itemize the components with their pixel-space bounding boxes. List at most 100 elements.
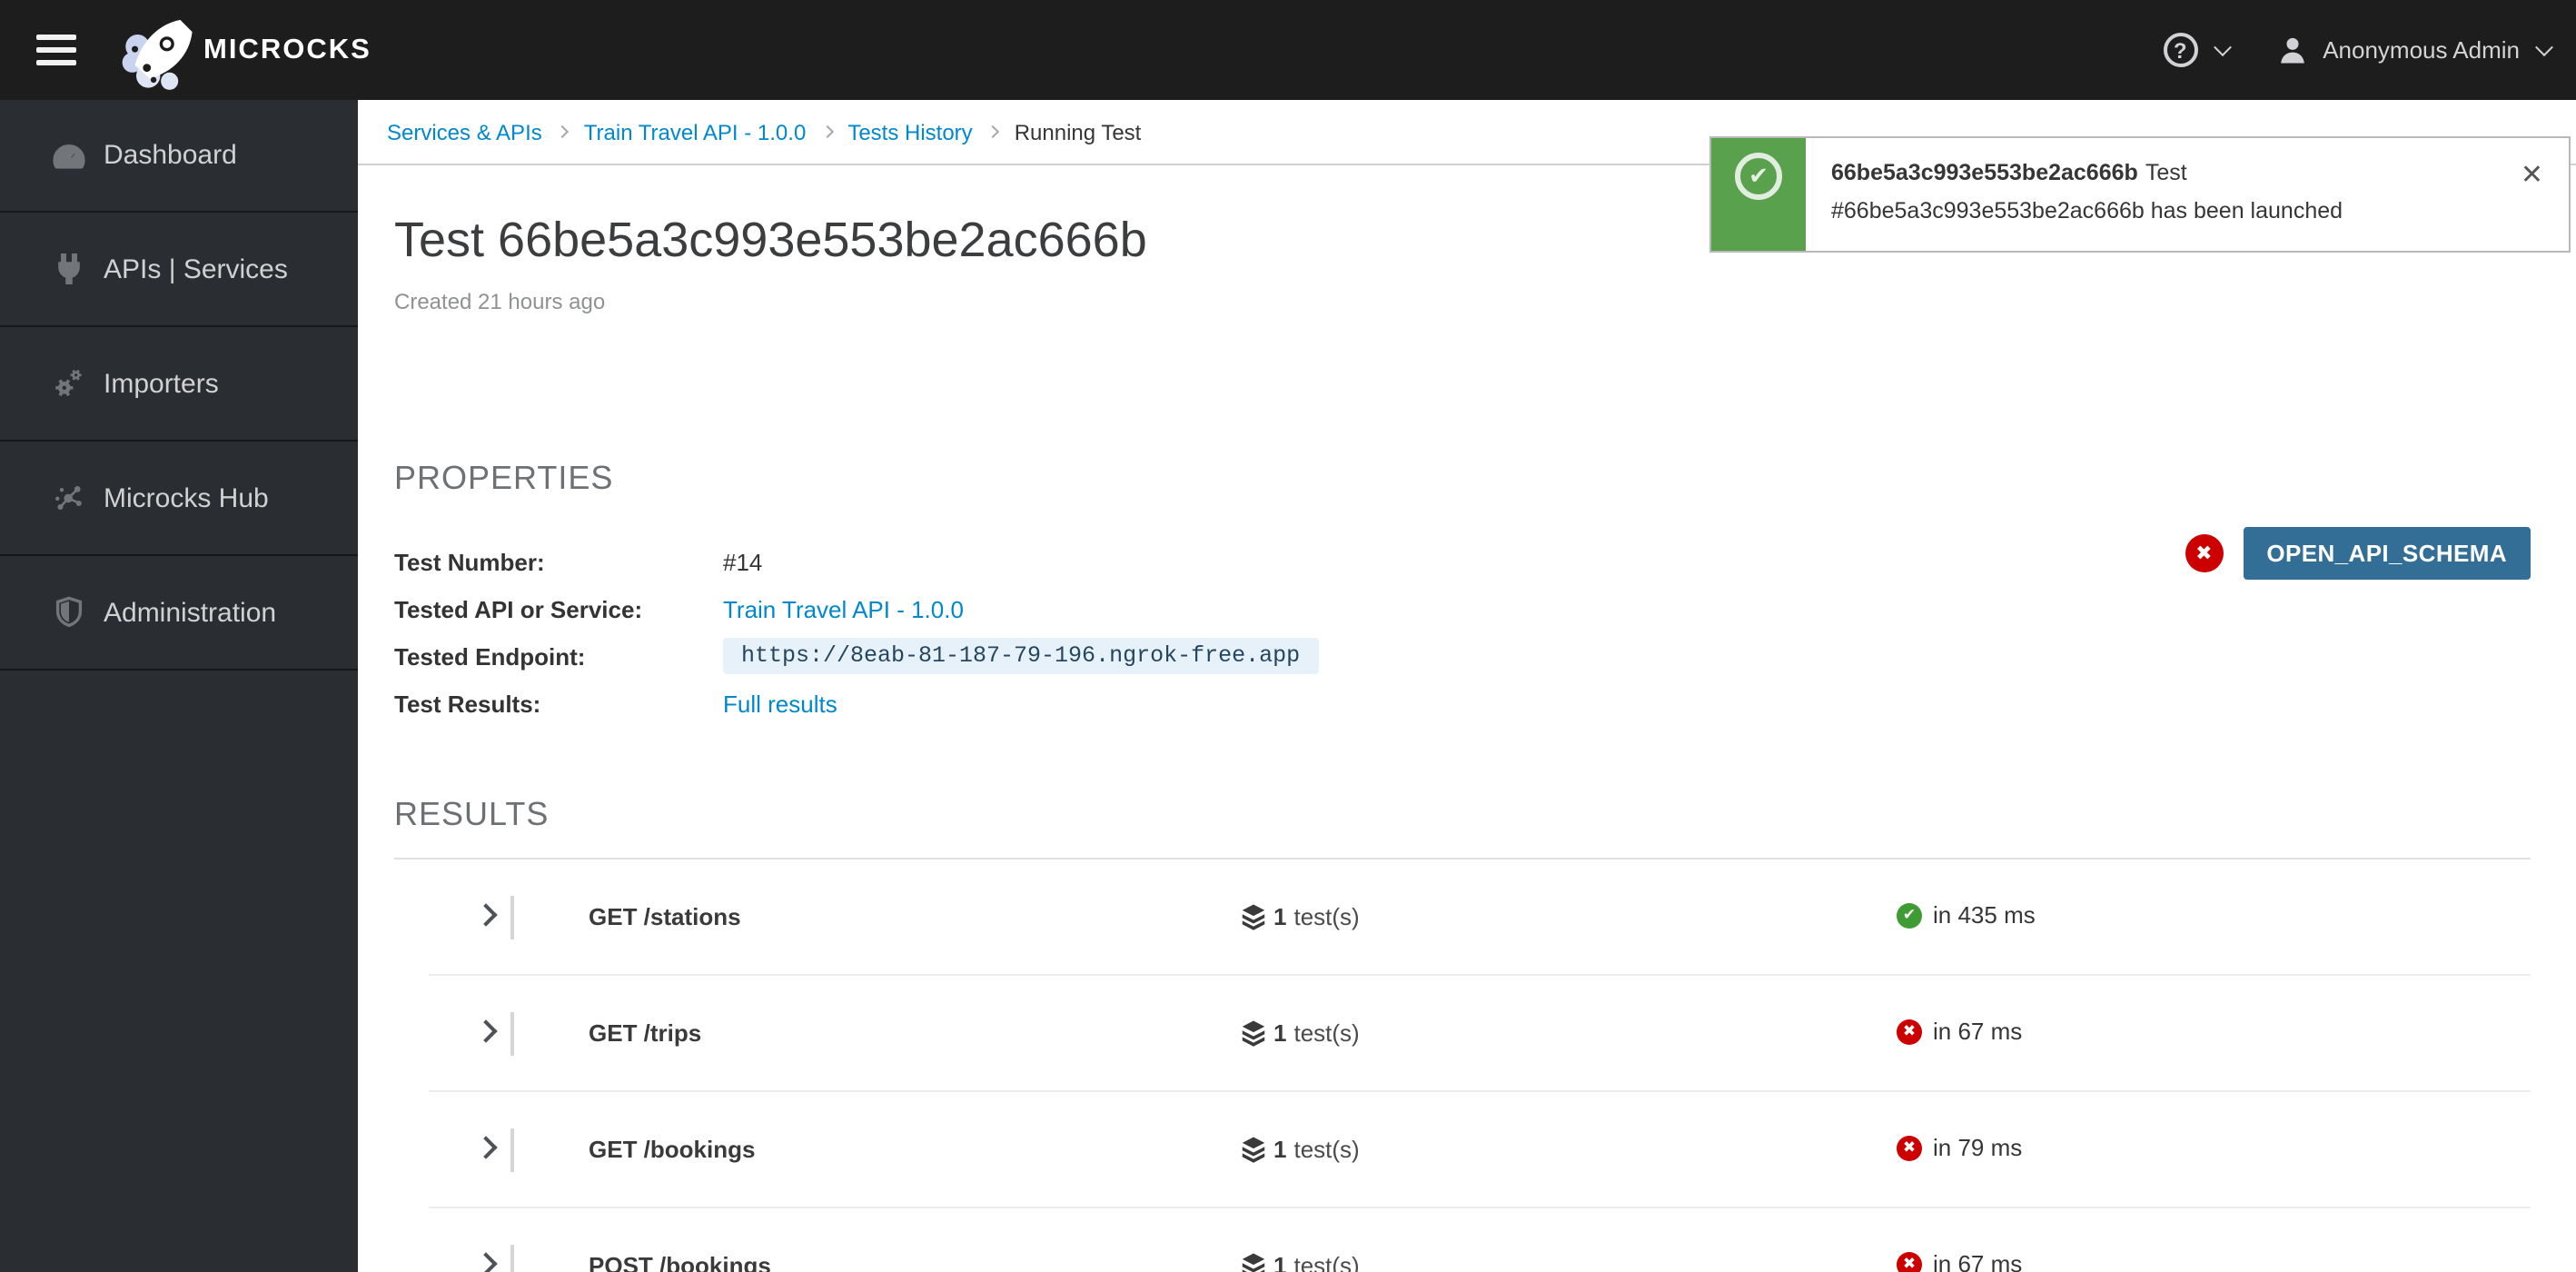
status-cell: in 79 ms xyxy=(1897,1134,2022,1161)
status-cell: in 67 ms xyxy=(1897,1018,2022,1045)
help-icon[interactable] xyxy=(2163,33,2198,67)
full-results-link[interactable]: Full results xyxy=(723,690,837,717)
test-result-row: GET /stations 1 test(s) in 435 ms xyxy=(429,860,2531,976)
elapsed-time: in 435 ms xyxy=(1933,901,2036,929)
top-navbar: MICROCKS Anonymous Admin xyxy=(0,0,2576,100)
bundle-icon xyxy=(1241,1252,1266,1272)
expand-chevron-icon[interactable] xyxy=(474,903,498,927)
error-circle-icon xyxy=(2185,534,2224,572)
tests-count-cell: 1 test(s) xyxy=(1241,1136,1360,1163)
property-label: Test Results: xyxy=(394,690,541,717)
tests-count-cell: 1 test(s) xyxy=(1241,903,1360,930)
breadcrumb-link-services-apis[interactable]: Services & APIs xyxy=(387,119,542,144)
bundle-icon xyxy=(1241,1136,1266,1163)
navbar-right: Anonymous Admin xyxy=(2163,33,2553,67)
sidebar-item-label: APIs | Services xyxy=(104,253,288,284)
operation-name: POST /bookings xyxy=(589,1252,771,1272)
property-row: Tested API or Service: Train Travel API … xyxy=(394,585,2531,632)
sidebar-item-apis-services[interactable]: APIs | Services xyxy=(0,213,358,327)
user-icon xyxy=(2280,36,2304,63)
sidebar-item-label: Importers xyxy=(104,368,219,399)
toast-body: 66be5a3c993e553be2ac666b Test #66be5a3c99… xyxy=(1806,138,2569,251)
runner-type-badge[interactable]: OPEN_API_SCHEMA xyxy=(2243,527,2531,580)
chevron-right-icon xyxy=(986,124,1000,139)
sidebar-item-importers[interactable]: Importers xyxy=(0,327,358,442)
status-cell: in 67 ms xyxy=(1897,1250,2022,1272)
main-content: Services & APIs Train Travel API - 1.0.0… xyxy=(358,100,2576,1272)
toast-message: #66be5a3c993e553be2ac666b has been launc… xyxy=(1831,198,2343,224)
shield-icon xyxy=(53,596,85,629)
status-cell: in 435 ms xyxy=(1897,901,2036,929)
microcks-logo-icon xyxy=(122,18,193,89)
tests-count-cell: 1 test(s) xyxy=(1241,1019,1360,1047)
created-timestamp: Created 21 hours ago xyxy=(394,289,606,314)
app-root: MICROCKS Anonymous Admin Dashboard xyxy=(0,0,2576,1272)
brand[interactable]: MICROCKS xyxy=(116,5,372,95)
sidebar-nav: Dashboard APIs | Services Importers Micr… xyxy=(0,100,358,1272)
toast-success-strip xyxy=(1711,138,1806,251)
test-result-row: GET /bookings 1 test(s) in 79 ms xyxy=(429,1092,2531,1208)
breadcrumb-link-tests-history[interactable]: Tests History xyxy=(847,119,972,144)
status-icon xyxy=(1897,1251,1922,1272)
chevron-right-icon xyxy=(556,124,570,139)
results-list: GET /stations 1 test(s) in 435 ms GET /t… xyxy=(429,860,2531,1272)
sidebar-item-label: Microcks Hub xyxy=(104,482,269,513)
results-section: RESULTS GET /stations 1 test(s) in 435 m… xyxy=(394,796,2531,1272)
sidebar-item-dashboard[interactable]: Dashboard xyxy=(0,100,358,213)
breadcrumb-link-api-version[interactable]: Train Travel API - 1.0.0 xyxy=(584,119,807,144)
runner-status: OPEN_API_SCHEMA xyxy=(2185,527,2531,580)
elapsed-time: in 79 ms xyxy=(1933,1134,2023,1161)
expand-chevron-icon[interactable] xyxy=(474,1019,498,1043)
divider xyxy=(510,1128,514,1172)
tested-api-link[interactable]: Train Travel API - 1.0.0 xyxy=(723,595,964,622)
operation-name: GET /stations xyxy=(589,903,741,930)
property-row: Test Results: Full results xyxy=(394,680,2531,727)
expand-chevron-icon[interactable] xyxy=(474,1252,498,1272)
divider xyxy=(510,896,514,939)
check-circle-icon xyxy=(1735,153,1782,200)
expand-chevron-icon[interactable] xyxy=(474,1136,498,1159)
toast-notification: 66be5a3c993e553be2ac666bTest #66be5a3c99… xyxy=(1709,136,2571,253)
user-menu[interactable]: Anonymous Admin xyxy=(2275,34,2553,66)
sidebar-item-microcks-hub[interactable]: Microcks Hub xyxy=(0,442,358,556)
chevron-down-icon xyxy=(2535,38,2553,57)
gears-icon xyxy=(53,367,85,400)
test-result-row: GET /trips 1 test(s) in 67 ms xyxy=(429,976,2531,1092)
property-label: Tested API or Service: xyxy=(394,595,643,622)
operation-name: GET /bookings xyxy=(589,1136,756,1163)
elapsed-time: in 67 ms xyxy=(1933,1250,2023,1272)
tested-endpoint-value: https://8eab-81-187-79-196.ngrok-free.ap… xyxy=(723,638,1319,674)
chevron-down-icon[interactable] xyxy=(2213,38,2232,57)
status-icon xyxy=(1897,902,1922,928)
results-heading: RESULTS xyxy=(394,796,550,832)
divider xyxy=(510,1245,514,1272)
operation-name: GET /trips xyxy=(589,1019,702,1047)
breadcrumb-current: Running Test xyxy=(1014,119,1142,144)
tests-count-cell: 1 test(s) xyxy=(1241,1252,1360,1272)
gauge-icon xyxy=(53,139,85,172)
brand-name: MICROCKS xyxy=(203,34,372,65)
close-icon[interactable]: ✕ xyxy=(2521,158,2543,191)
bundle-icon xyxy=(1241,903,1266,930)
sidebar-item-label: Administration xyxy=(104,597,277,628)
properties-section: PROPERTIES Test Number: #14 Tested API o… xyxy=(394,460,2531,727)
hub-icon xyxy=(53,482,85,514)
user-name: Anonymous Admin xyxy=(2323,36,2520,64)
sidebar-item-administration[interactable]: Administration xyxy=(0,556,358,671)
status-icon xyxy=(1897,1135,1922,1160)
toast-title: 66be5a3c993e553be2ac666b Test xyxy=(1831,160,2187,185)
property-label: Test Number: xyxy=(394,548,545,575)
menu-toggle-icon[interactable] xyxy=(36,35,76,65)
divider xyxy=(510,1012,514,1056)
bundle-icon xyxy=(1241,1019,1266,1047)
sidebar-item-label: Dashboard xyxy=(104,140,237,171)
plug-icon xyxy=(53,253,85,285)
chevron-right-icon xyxy=(820,124,834,139)
status-icon xyxy=(1897,1019,1922,1044)
test-number-value: #14 xyxy=(723,548,763,575)
property-row: Tested Endpoint: https://8eab-81-187-79-… xyxy=(394,632,2531,680)
property-label: Tested Endpoint: xyxy=(394,642,586,670)
elapsed-time: in 67 ms xyxy=(1933,1018,2023,1045)
test-result-row: POST /bookings 1 test(s) in 67 ms xyxy=(429,1208,2531,1272)
properties-heading: PROPERTIES xyxy=(394,460,614,496)
